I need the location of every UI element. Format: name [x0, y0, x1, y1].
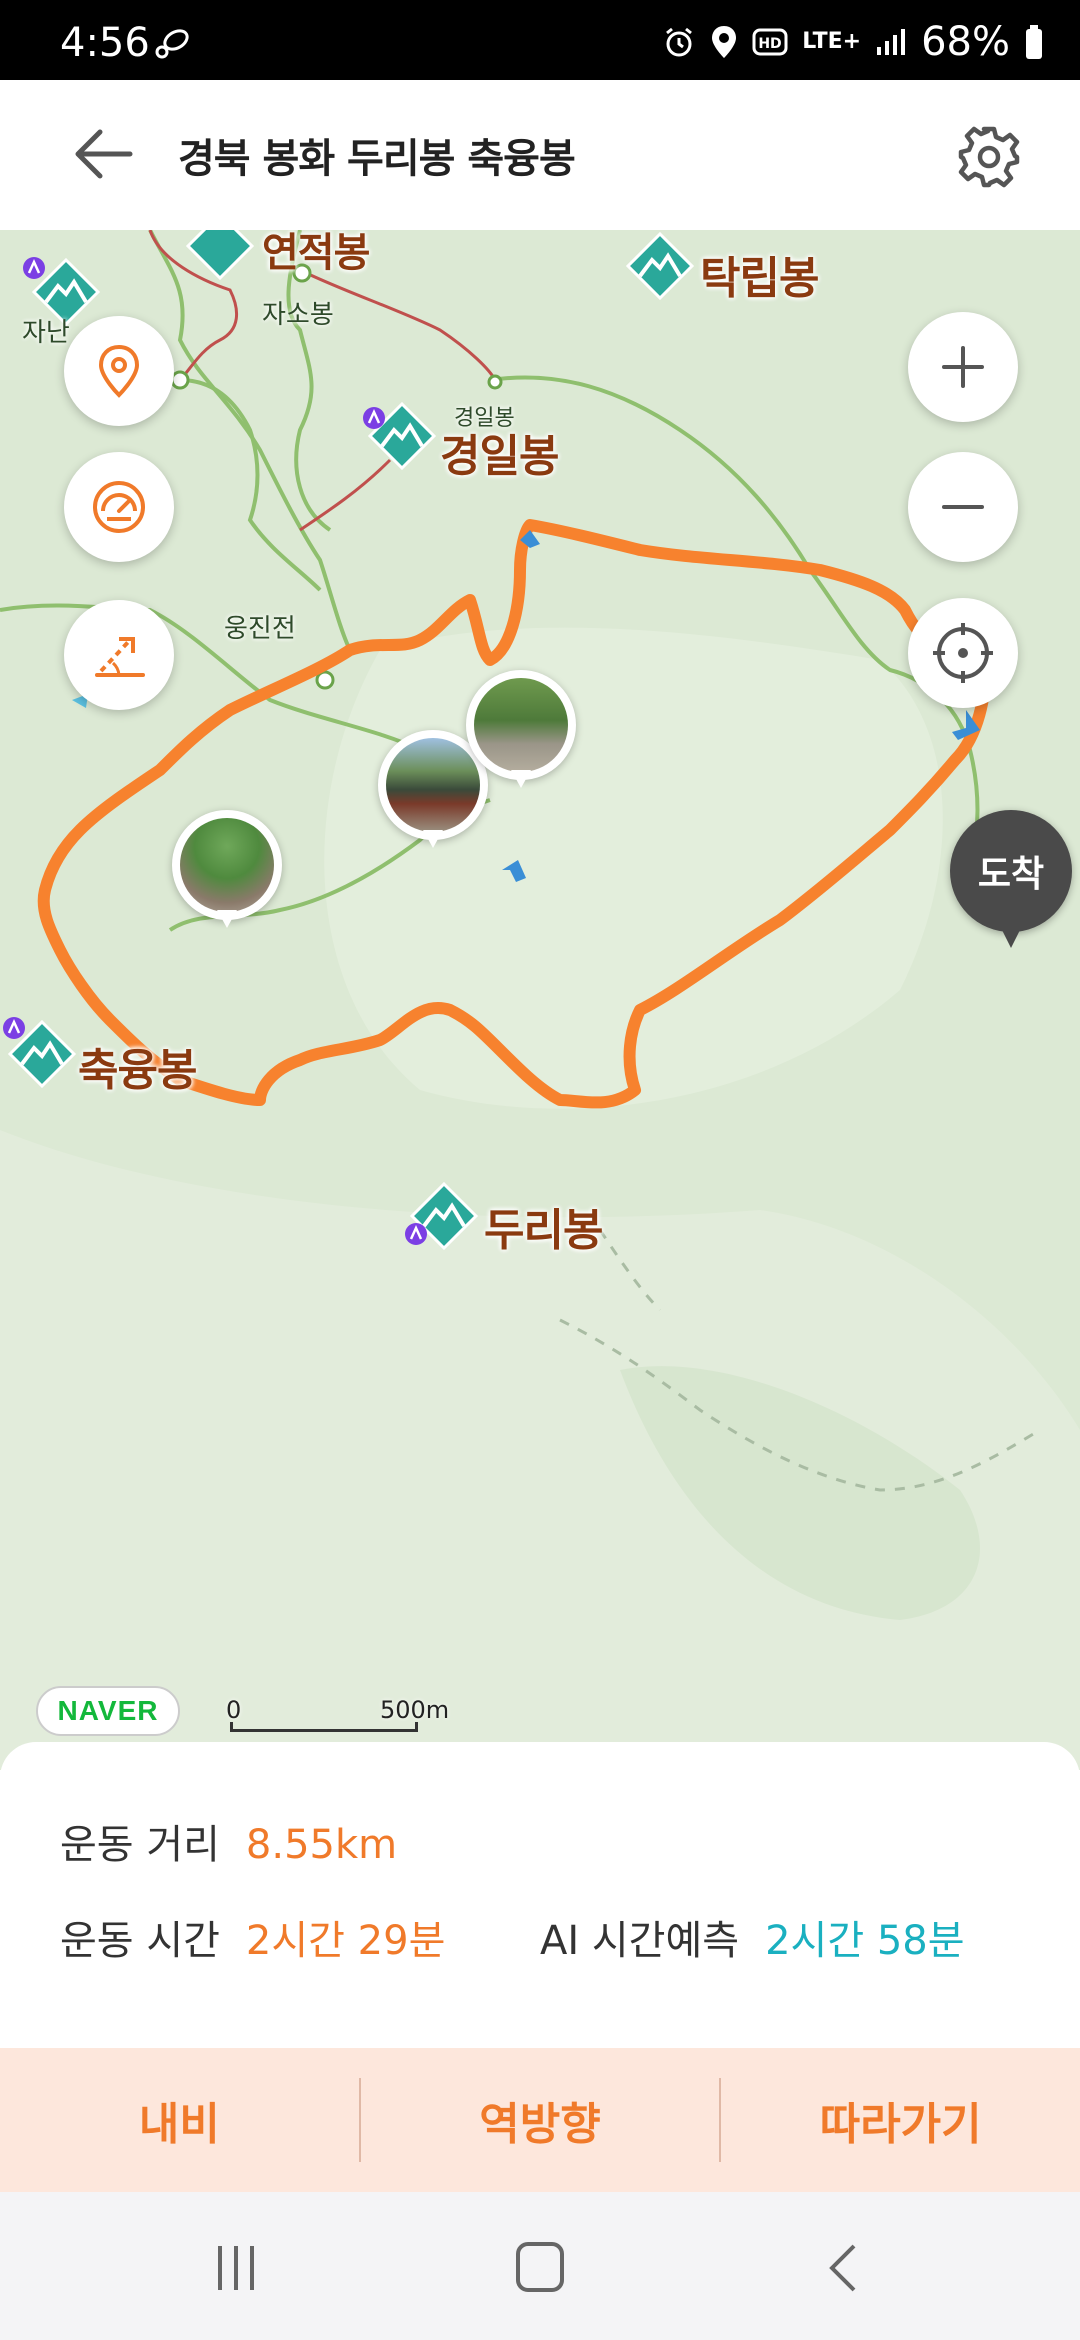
scale-zero: 0	[226, 1696, 242, 1724]
trail-photo-thumbnail	[180, 818, 274, 912]
signal-icon	[877, 29, 906, 55]
app-header: 경북 봉화 두리봉 축융봉	[0, 80, 1080, 230]
ai-time-value: 2시간 58분	[765, 1918, 965, 1964]
elevation-icon	[95, 637, 145, 677]
navi-button[interactable]: 내비	[0, 2048, 359, 2192]
peak-marker-icon[interactable]	[404, 1180, 484, 1260]
location-pin-button[interactable]	[64, 316, 174, 426]
minus-icon	[942, 505, 984, 509]
svg-text:HD: HD	[759, 36, 782, 52]
activity-notification-icon	[155, 29, 189, 59]
zoom-in-button[interactable]	[908, 312, 1018, 422]
recenter-button[interactable]	[908, 598, 1018, 708]
peak-marker-icon[interactable]	[180, 230, 260, 290]
action-bar: 내비 역방향 따라가기	[0, 2048, 1080, 2192]
location-pin-icon	[98, 344, 140, 398]
page-title: 경북 봉화 두리봉 축융봉	[178, 136, 576, 182]
hd-voice-icon: HD	[752, 28, 788, 56]
location-icon	[712, 26, 737, 58]
map-label-left: 자난	[22, 318, 70, 348]
arrival-label: 도착	[950, 810, 1072, 932]
a-badge-icon	[363, 407, 385, 429]
peak-marker-icon[interactable]	[620, 230, 700, 310]
distance-label: 운동 거리	[60, 1822, 220, 1868]
time-label: 운동 시간	[60, 1918, 220, 1964]
a-badge-icon	[23, 257, 45, 279]
status-time: 4:56	[60, 20, 150, 66]
map-scale-bar: 0 500m	[226, 1696, 450, 1736]
scale-distance: 500m	[380, 1696, 450, 1724]
network-type: LTE+	[802, 29, 862, 54]
peak-label-top: 연적봉	[262, 230, 370, 276]
a-badge-icon	[3, 1017, 25, 1039]
battery-percent: 68%	[921, 19, 1010, 65]
forest-photo-thumbnail	[474, 678, 568, 772]
peak-label-gyeongil: 경일봉	[440, 431, 559, 482]
photo-pin[interactable]	[172, 810, 282, 932]
ai-time-label: AI 시간예측	[540, 1918, 740, 1964]
elevation-button[interactable]	[64, 600, 174, 710]
peak-label-taklip: 탁립봉	[700, 253, 819, 304]
reverse-button[interactable]: 역방향	[361, 2048, 720, 2192]
distance-value: 8.55km	[245, 1822, 398, 1868]
peak-label-chukyung: 축융봉	[78, 1045, 197, 1096]
distance-stat: 운동 거리 8.55km	[60, 1812, 397, 1870]
speed-button[interactable]	[64, 452, 174, 562]
system-nav-bar	[0, 2192, 1080, 2340]
plus-icon	[942, 346, 984, 388]
time-value: 2시간 29분	[245, 1918, 446, 1964]
alarm-icon	[666, 27, 693, 57]
home-icon[interactable]	[510, 2240, 570, 2296]
time-stat: 운동 시간 2시간 29분	[60, 1908, 445, 1966]
speedometer-icon	[93, 481, 145, 533]
map-view[interactable]: 탁립봉 연적봉 자난 경일봉 경일봉 자소봉 웅진전 축융봉 두리봉 도착 NA…	[0, 230, 1080, 1770]
map-label-ungjin: 웅진전	[224, 614, 296, 644]
arrival-marker[interactable]: 도착	[950, 810, 1072, 960]
map-label-jaso: 자소봉	[262, 300, 334, 330]
status-bar: 4:56 HD LTE+ 68%	[0, 0, 1080, 80]
follow-button[interactable]: 따라가기	[721, 2048, 1080, 2192]
a-badge-icon	[405, 1223, 427, 1245]
ai-time-stat: AI 시간예측 2시간 58분	[540, 1908, 965, 1966]
peak-label-duri: 두리봉	[484, 1205, 603, 1256]
recent-apps-icon[interactable]	[206, 2240, 266, 2296]
naver-logo: NAVER	[36, 1686, 180, 1736]
zoom-out-button[interactable]	[908, 452, 1018, 562]
battery-icon	[1026, 25, 1042, 59]
route-info-sheet: 운동 거리 8.55km 운동 시간 2시간 29분 AI 시간예측 2시간 58분	[0, 1742, 1080, 2020]
crosshair-icon	[933, 623, 993, 683]
status-right-icons: HD LTE+ 68%	[662, 19, 1044, 65]
back-nav-icon[interactable]	[814, 2240, 874, 2296]
photo-pin[interactable]	[466, 670, 576, 792]
back-arrow-icon[interactable]	[70, 124, 136, 184]
gear-icon[interactable]	[956, 124, 1022, 190]
